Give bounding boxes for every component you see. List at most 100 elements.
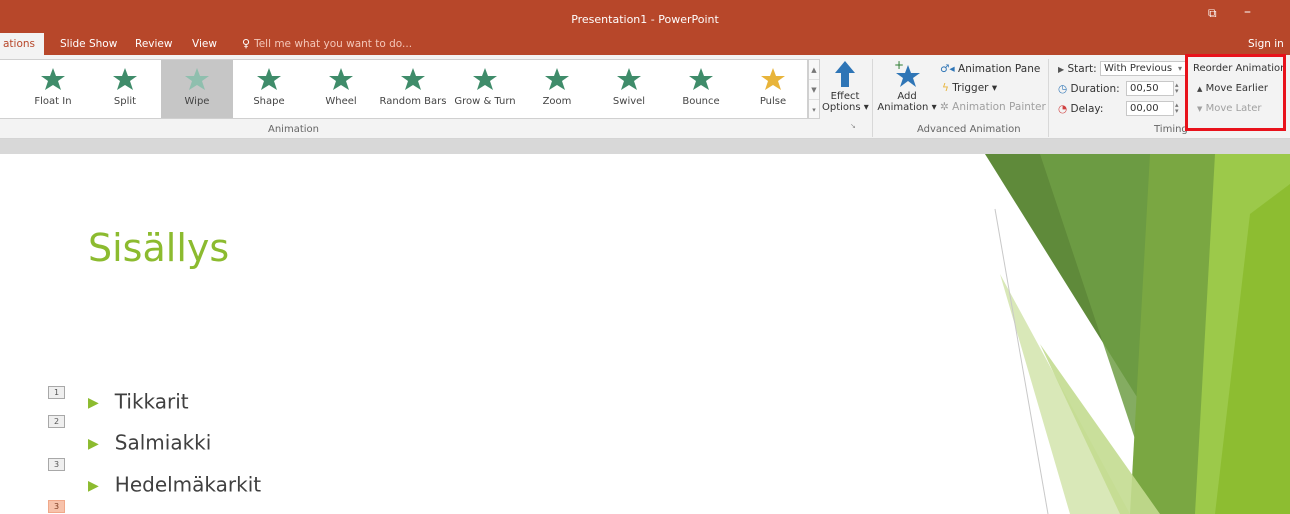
animation-label: Wipe (184, 96, 210, 107)
clock-icon: ◷ (1058, 83, 1068, 95)
animation-label: Zoom (542, 96, 572, 107)
animation-pane-icon: ♂◂ (940, 63, 955, 75)
wheel-star-icon (329, 68, 353, 90)
up-arrow-icon (835, 61, 855, 87)
window-title: Presentation1 - PowerPoint (571, 13, 719, 26)
trigger-label: Trigger ▾ (952, 82, 998, 94)
gallery-up-icon[interactable]: ▲ (809, 60, 819, 80)
split-star-icon (113, 68, 137, 90)
ribbon-tab-row: ations Slide Show Review View ♀ Tell me w… (0, 33, 1290, 55)
animation-float-in-button[interactable]: Float In (17, 60, 89, 118)
bullet-item[interactable]: ▶ Tikkarit (88, 388, 189, 414)
duration-input[interactable]: 00,50 (1126, 81, 1174, 96)
animation-label: Split (113, 96, 137, 107)
animation-label: Random Bars (379, 96, 447, 107)
effect-options-label-2: Options ▾ (822, 102, 869, 113)
gallery-scroll[interactable]: ▲ ▼ ▾ (808, 59, 820, 119)
animation-group-label: Animation (268, 124, 319, 135)
start-dropdown[interactable]: With Previous ▾ (1100, 61, 1186, 76)
slide-decoration (985, 154, 1290, 514)
effect-options-label-1: Effect (830, 91, 860, 102)
tab-view[interactable]: View (192, 33, 217, 55)
pulse-star-icon (761, 68, 785, 90)
animation-badge[interactable]: 1 (48, 386, 65, 399)
animation-label: Bounce (682, 96, 720, 107)
delay-label: ◔ Delay: (1058, 103, 1104, 115)
duration-spinner[interactable]: ▴ ▾ (1175, 82, 1179, 95)
animation-pulse-button[interactable]: Pulse (737, 60, 809, 118)
animation-random-bars-button[interactable]: Random Bars (377, 60, 449, 118)
trigger-button[interactable]: ϟ Trigger ▾ (942, 82, 997, 94)
animation-label: Wheel (325, 96, 357, 107)
delay-spinner[interactable]: ▴ ▾ (1175, 102, 1179, 115)
effect-options-button[interactable]: Effect Options ▾ (822, 59, 869, 113)
add-animation-star-icon: + (894, 59, 920, 87)
animation-wheel-button[interactable]: Wheel (305, 60, 377, 118)
add-animation-label-1: Add (897, 91, 917, 102)
shape-star-icon (257, 68, 281, 90)
animation-grow-turn-button[interactable]: Grow & Turn (449, 60, 521, 118)
chevron-down-icon: ▾ (1177, 64, 1182, 73)
animation-pane-label: Animation Pane (958, 63, 1041, 75)
bullet-item[interactable]: ▶ Salmiakki (88, 429, 211, 455)
bounce-star-icon (689, 68, 713, 90)
animation-badge-selected[interactable]: 3 (48, 500, 65, 513)
advanced-animation-group-label: Advanced Animation (917, 124, 1021, 135)
tab-animations[interactable]: ations (0, 33, 44, 55)
float-in-star-icon (41, 68, 65, 90)
lightning-icon: ϟ (942, 82, 949, 94)
animation-bounce-button[interactable]: Bounce (665, 60, 737, 118)
animation-gallery: Float In Split Wipe Shape Wheel Random Bars Gr… (0, 59, 808, 119)
delay-input[interactable]: 00,00 (1126, 101, 1174, 116)
animation-badge[interactable]: 3 (48, 458, 65, 471)
random-bars-star-icon (401, 68, 425, 90)
dialog-launcher-icon[interactable]: ↘ (850, 122, 856, 130)
animation-label: Pulse (759, 96, 787, 107)
animation-label: Swivel (612, 96, 646, 107)
animation-label: Grow & Turn (454, 96, 516, 107)
gallery-down-icon[interactable]: ▼ (809, 80, 819, 100)
svg-text:+: + (894, 59, 904, 72)
bullet-arrow-icon: ▶ (88, 478, 99, 494)
animation-zoom-button[interactable]: Zoom (521, 60, 593, 118)
slide-canvas[interactable]: Sisällys 1 2 3 3 ▶ Tikkarit ▶ Salmiakki ▶ H… (0, 154, 1290, 514)
ribbon: Float In Split Wipe Shape Wheel Random Bars Gr… (0, 55, 1290, 139)
separator (872, 59, 873, 137)
duration-label: ◷ Duration: (1058, 83, 1120, 95)
zoom-star-icon (545, 68, 569, 90)
animation-label: Shape (253, 96, 285, 107)
start-label: ▶ Start: (1058, 63, 1097, 75)
timing-group-label: Timing (1154, 124, 1188, 135)
title-bar: Presentation1 - PowerPoint ⧉ – (0, 0, 1290, 33)
animation-split-button[interactable]: Split (89, 60, 161, 118)
wipe-star-icon (185, 68, 209, 90)
bullet-arrow-icon: ▶ (88, 395, 99, 411)
animation-painter-label: Animation Painter (952, 101, 1046, 113)
gallery-more-icon[interactable]: ▾ (809, 100, 819, 120)
animation-painter-icon: ✲ (940, 101, 949, 113)
tab-slide-show[interactable]: Slide Show (60, 33, 117, 55)
slide-title[interactable]: Sisällys (88, 226, 229, 270)
grow-turn-star-icon (473, 68, 497, 90)
animation-painter-button[interactable]: ✲ Animation Painter (940, 101, 1046, 113)
minimize-icon[interactable]: – (1244, 4, 1251, 20)
animation-wipe-button[interactable]: Wipe (161, 60, 233, 118)
reorder-highlight-box (1185, 54, 1286, 131)
animation-pane-button[interactable]: ♂◂ Animation Pane (940, 63, 1040, 75)
bullet-arrow-icon: ▶ (88, 436, 99, 452)
tab-review[interactable]: Review (135, 33, 172, 55)
tell-me-box[interactable]: ♀ Tell me what you want to do... (242, 33, 412, 55)
animation-shape-button[interactable]: Shape (233, 60, 305, 118)
ribbon-display-options-icon[interactable]: ⧉ (1208, 6, 1217, 21)
animation-swivel-button[interactable]: Swivel (593, 60, 665, 118)
lightbulb-icon: ♀ (242, 37, 251, 50)
delay-clock-icon: ◔ (1058, 103, 1068, 115)
animation-badge[interactable]: 2 (48, 415, 65, 428)
sign-in-link[interactable]: Sign in (1248, 33, 1284, 55)
add-animation-label-2: Animation ▾ (877, 102, 937, 113)
play-icon: ▶ (1058, 65, 1065, 74)
tell-me-text: Tell me what you want to do... (254, 38, 413, 50)
add-animation-button[interactable]: + Add Animation ▾ (877, 59, 937, 113)
bullet-item[interactable]: ▶ Hedelmäkarkit (88, 471, 261, 497)
separator (1048, 59, 1049, 137)
